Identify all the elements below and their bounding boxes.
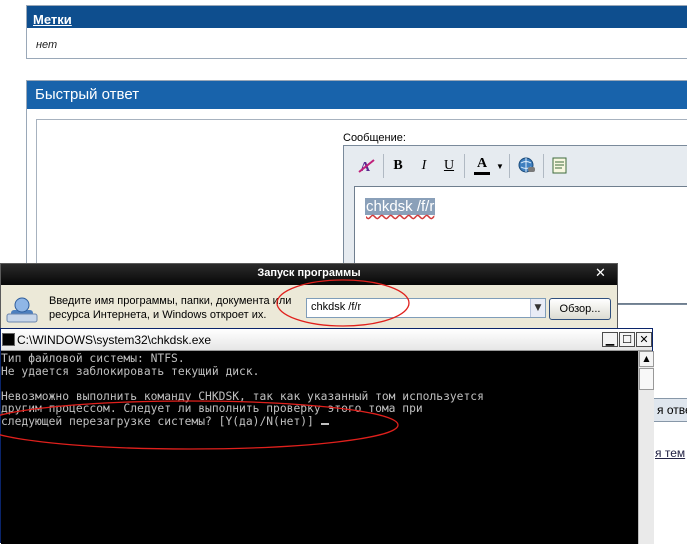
browse-button[interactable]: Обзор... [549, 298, 611, 320]
close-icon[interactable]: ✕ [592, 266, 609, 282]
toolbar-separator [464, 154, 465, 178]
font-color-swatch [474, 172, 490, 175]
tags-header: Метки [27, 6, 687, 28]
console-line: Тип файловой системы: NTFS. [1, 352, 185, 365]
close-icon[interactable]: ✕ [636, 332, 652, 347]
tags-panel: Метки нет [26, 5, 687, 59]
bold-button[interactable]: B [388, 155, 408, 177]
toolbar-separator [383, 154, 384, 178]
remove-format-icon[interactable]: A [356, 155, 378, 177]
scroll-thumb[interactable] [639, 368, 654, 390]
run-dialog-titlebar[interactable]: Запуск программы ✕ [1, 264, 617, 285]
run-dialog-icon [5, 292, 39, 324]
globe-link-icon[interactable] [516, 155, 538, 177]
console-titlebar[interactable]: C:\WINDOWS\system32\chkdsk.exe ▁ ☐ ✕ [1, 329, 652, 351]
chevron-down-icon[interactable]: ▼ [530, 299, 545, 317]
console-line: другим процессом. Следует ли выполнить п… [1, 402, 423, 415]
console-scrollbar[interactable]: ▲ [638, 351, 654, 544]
console-line: Не удается заблокировать текущий диск. [1, 364, 260, 378]
quick-reply-title: Быстрый ответ [27, 81, 687, 109]
run-dialog-title: Запуск программы [257, 267, 361, 279]
run-dialog-prompt: Введите имя программы, папки, документа … [49, 295, 292, 321]
console-line: следующей перезагрузке системы? [Y(да)/N… [1, 414, 321, 428]
console-text: Тип файловой системы: NTFS. Не удается з… [1, 352, 484, 428]
console-line: Невозможно выполнить команду CHKDSK, так… [1, 389, 484, 403]
maximize-icon[interactable]: ☐ [619, 332, 635, 347]
console-icon [2, 333, 15, 346]
tags-title-link[interactable]: Метки [33, 12, 72, 27]
italic-button[interactable]: I [414, 155, 434, 177]
tags-value: нет [36, 39, 58, 51]
console-cursor [320, 422, 329, 425]
run-command-input[interactable]: chkdsk /f/r [306, 298, 546, 318]
font-color-button[interactable]: A [471, 155, 493, 177]
reply-button-fragment[interactable]: я отве [652, 398, 687, 422]
console-window: C:\WINDOWS\system32\chkdsk.exe ▁ ☐ ✕ Тип… [0, 328, 654, 544]
run-dialog: Запуск программы ✕ Введите имя программы… [0, 263, 618, 333]
chevron-down-icon[interactable]: ▼ [495, 155, 505, 177]
toolbar-separator [509, 154, 510, 178]
minimize-icon[interactable]: ▁ [602, 332, 618, 347]
message-text-selected: chkdsk /f/r [365, 198, 436, 215]
scroll-up-icon[interactable]: ▲ [639, 351, 654, 367]
toolbar-separator [543, 154, 544, 178]
quote-icon[interactable] [549, 155, 571, 177]
editor-toolbar: A B I U A ▼ [344, 146, 687, 186]
font-color-letter: A [476, 156, 488, 171]
console-output: Тип файловой системы: NTFS. Не удается з… [1, 351, 638, 544]
underline-button[interactable]: U [439, 155, 459, 177]
console-title: C:\WINDOWS\system32\chkdsk.exe [17, 333, 212, 347]
message-label: Сообщение: [343, 132, 406, 144]
topic-link-fragment[interactable]: я тем [655, 446, 685, 460]
